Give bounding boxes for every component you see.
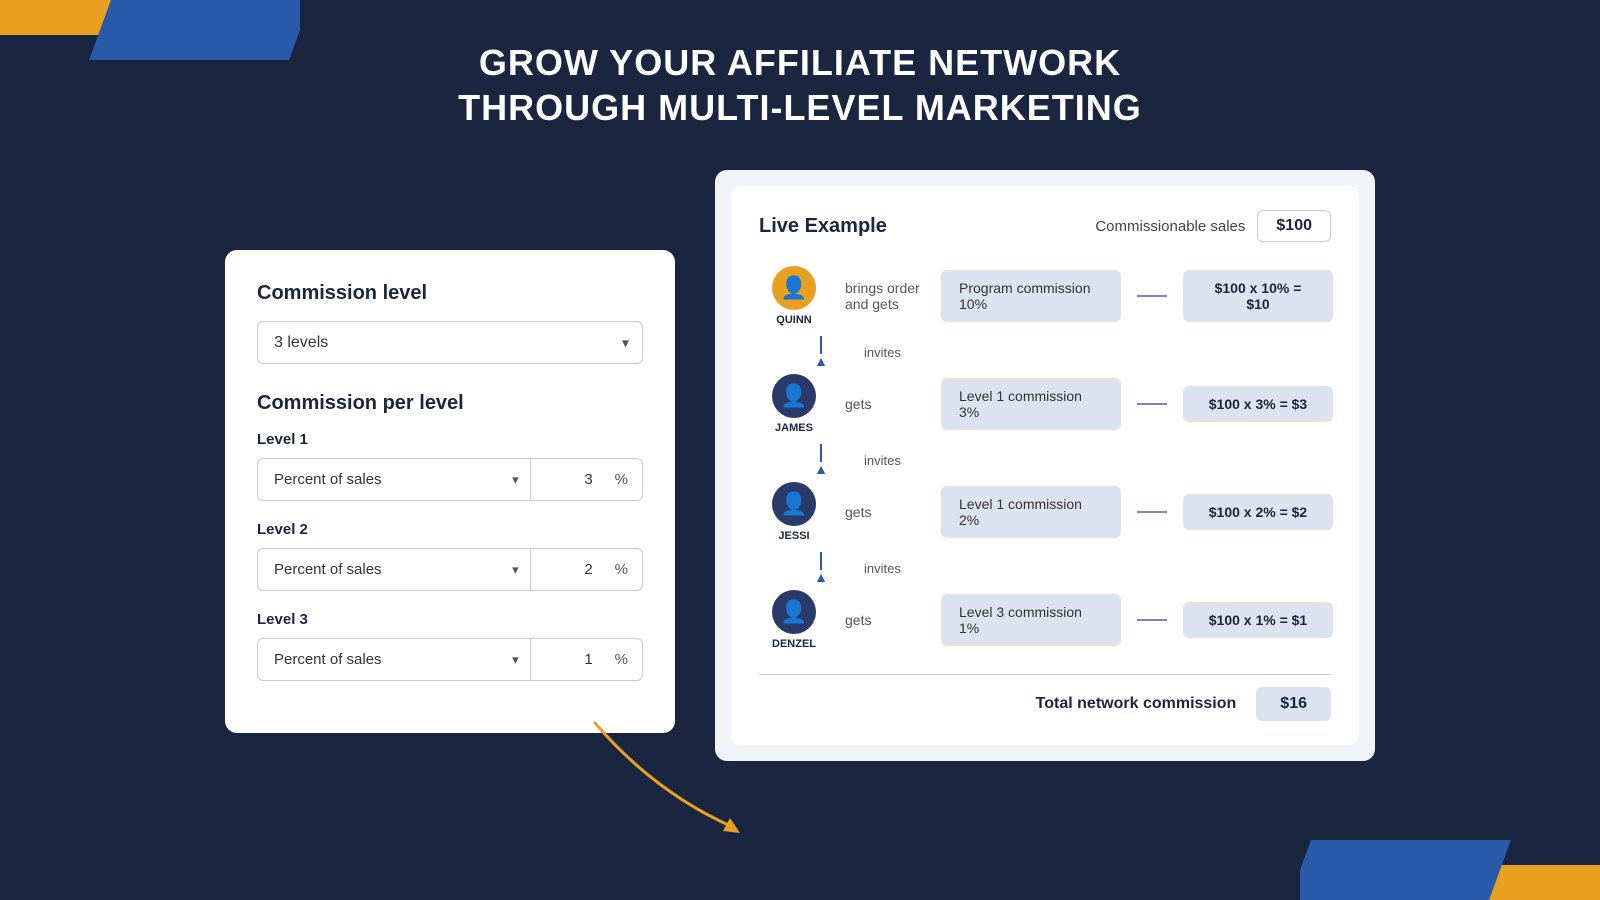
quinn-result: $100 x 10% = $10 bbox=[1183, 270, 1333, 322]
james-action: gets bbox=[845, 396, 925, 412]
jessi-commission-badge: Level 1 commission 2% bbox=[941, 486, 1121, 538]
invites-3-arrow-icon: ▲ bbox=[814, 552, 828, 584]
denzel-row: 👤 DENZEL gets Level 3 commission 1% $100… bbox=[759, 590, 1331, 650]
denzel-person-col: 👤 DENZEL bbox=[759, 590, 829, 650]
level-1-type-select[interactable]: Percent of sales Fixed amount bbox=[257, 458, 531, 501]
invites-1-label: invites bbox=[864, 345, 901, 360]
commission-per-level-label: Commission per level bbox=[257, 392, 643, 415]
commissionable-value: $100 bbox=[1257, 210, 1331, 242]
level-3-value-input[interactable] bbox=[531, 638, 601, 681]
denzel-result: $100 x 1% = $1 bbox=[1183, 602, 1333, 638]
level-1-unit: % bbox=[601, 458, 643, 501]
level-1-type-wrapper: Percent of sales Fixed amount ▾ bbox=[257, 458, 531, 501]
commissionable-label: Commissionable sales bbox=[1095, 218, 1245, 235]
level-2-row: Percent of sales Fixed amount ▾ % bbox=[257, 548, 643, 591]
corner-decoration-br bbox=[1300, 840, 1600, 900]
quinn-name: QUINN bbox=[776, 314, 811, 326]
invites-3-row: ▲ invites bbox=[786, 550, 1331, 586]
denzel-avatar: 👤 bbox=[772, 590, 816, 634]
level-3-label: Level 3 bbox=[257, 611, 643, 628]
invites-1-row: ▲ invites bbox=[786, 334, 1331, 370]
commission-level-select-wrapper: 3 levels 1 level 2 levels 4 levels 5 lev… bbox=[257, 321, 643, 364]
live-example-header: Live Example Commissionable sales $100 bbox=[759, 210, 1331, 242]
jessi-connector bbox=[1137, 511, 1167, 513]
jessi-row: 👤 JESSI gets Level 1 commission 2% $100 … bbox=[759, 482, 1331, 542]
page-title: GROW YOUR AFFILIATE NETWORK THROUGH MULT… bbox=[458, 40, 1142, 130]
level-2-label: Level 2 bbox=[257, 521, 643, 538]
commission-level-select[interactable]: 3 levels 1 level 2 levels 4 levels 5 lev… bbox=[257, 321, 643, 364]
level-3-row: Percent of sales Fixed amount ▾ % bbox=[257, 638, 643, 681]
jessi-result: $100 x 2% = $2 bbox=[1183, 494, 1333, 530]
denzel-action: gets bbox=[845, 612, 925, 628]
invites-2-arrow-col: ▲ bbox=[786, 444, 856, 476]
level-3-type-select[interactable]: Percent of sales Fixed amount bbox=[257, 638, 531, 681]
level-2-unit: % bbox=[601, 548, 643, 591]
level-3-type-wrapper: Percent of sales Fixed amount ▾ bbox=[257, 638, 531, 681]
jessi-action: gets bbox=[845, 504, 925, 520]
total-value: $16 bbox=[1256, 687, 1331, 721]
invites-2-row: ▲ invites bbox=[786, 442, 1331, 478]
james-result: $100 x 3% = $3 bbox=[1183, 386, 1333, 422]
level-1-value-input[interactable] bbox=[531, 458, 601, 501]
level-2-type-wrapper: Percent of sales Fixed amount ▾ bbox=[257, 548, 531, 591]
james-connector bbox=[1137, 403, 1167, 405]
commission-settings-panel: Commission level 3 levels 1 level 2 leve… bbox=[225, 250, 675, 733]
invites-3-arrow-col: ▲ bbox=[786, 552, 856, 584]
level-1-row: Percent of sales Fixed amount ▾ % bbox=[257, 458, 643, 501]
quinn-row: 👤 QUINN brings order and gets Program co… bbox=[759, 266, 1331, 326]
denzel-commission-badge: Level 3 commission 1% bbox=[941, 594, 1121, 646]
total-label: Total network commission bbox=[1036, 695, 1237, 713]
james-person-col: 👤 JAMES bbox=[759, 374, 829, 434]
invites-1-arrow-col: ▲ bbox=[786, 336, 856, 368]
commission-level-label: Commission level bbox=[257, 282, 643, 305]
james-row: 👤 JAMES gets Level 1 commission 3% $100 … bbox=[759, 374, 1331, 434]
invites-1-arrow-icon: ▲ bbox=[814, 336, 828, 368]
denzel-connector bbox=[1137, 619, 1167, 621]
total-divider bbox=[759, 674, 1331, 675]
jessi-name: JESSI bbox=[778, 530, 809, 542]
quinn-avatar-icon: 👤 bbox=[780, 275, 807, 301]
invites-2-label: invites bbox=[864, 453, 901, 468]
quinn-connector bbox=[1137, 295, 1167, 297]
level-2-value-input[interactable] bbox=[531, 548, 601, 591]
jessi-person-col: 👤 JESSI bbox=[759, 482, 829, 542]
jessi-avatar-icon: 👤 bbox=[780, 491, 807, 517]
invites-2-arrow-icon: ▲ bbox=[814, 444, 828, 476]
level-3-unit: % bbox=[601, 638, 643, 681]
quinn-person-col: 👤 QUINN bbox=[759, 266, 829, 326]
quinn-commission-badge: Program commission 10% bbox=[941, 270, 1121, 322]
quinn-avatar: 👤 bbox=[772, 266, 816, 310]
total-row: Total network commission $16 bbox=[759, 687, 1331, 721]
live-example-panel: Live Example Commissionable sales $100 👤 bbox=[715, 170, 1375, 761]
james-name: JAMES bbox=[775, 422, 813, 434]
commissionable-block: Commissionable sales $100 bbox=[1095, 210, 1331, 242]
james-avatar: 👤 bbox=[772, 374, 816, 418]
invites-3-label: invites bbox=[864, 561, 901, 576]
live-example-title: Live Example bbox=[759, 215, 887, 238]
james-avatar-icon: 👤 bbox=[780, 383, 807, 409]
level-2-type-select[interactable]: Percent of sales Fixed amount bbox=[257, 548, 531, 591]
level-1-label: Level 1 bbox=[257, 431, 643, 448]
denzel-avatar-icon: 👤 bbox=[780, 599, 807, 625]
jessi-avatar: 👤 bbox=[772, 482, 816, 526]
denzel-name: DENZEL bbox=[772, 638, 816, 650]
james-commission-badge: Level 1 commission 3% bbox=[941, 378, 1121, 430]
quinn-action: brings order and gets bbox=[845, 280, 925, 312]
arrow-icon bbox=[575, 713, 755, 843]
people-section: 👤 QUINN brings order and gets Program co… bbox=[759, 266, 1331, 721]
